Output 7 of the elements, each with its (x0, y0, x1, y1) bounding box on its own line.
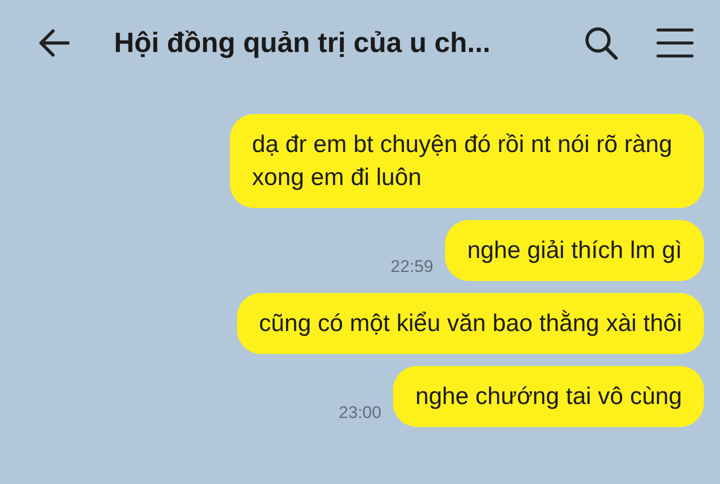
message-bubble: nghe giải thích lm gì (445, 220, 704, 281)
chat-title: Hội đồng quản trị của u ch... (114, 27, 492, 59)
message-time: 22:59 (390, 257, 434, 277)
message-time: 23:00 (338, 403, 382, 423)
message-bubble: cũng có một kiểu văn bao thằng xài thôi (237, 293, 704, 354)
message-bubble: dạ đr em bt chuyện đó rồi nt nói rõ ràng xong em đi luôn (230, 114, 704, 208)
message-bubble: nghe chướng tai vô cùng (393, 366, 704, 427)
